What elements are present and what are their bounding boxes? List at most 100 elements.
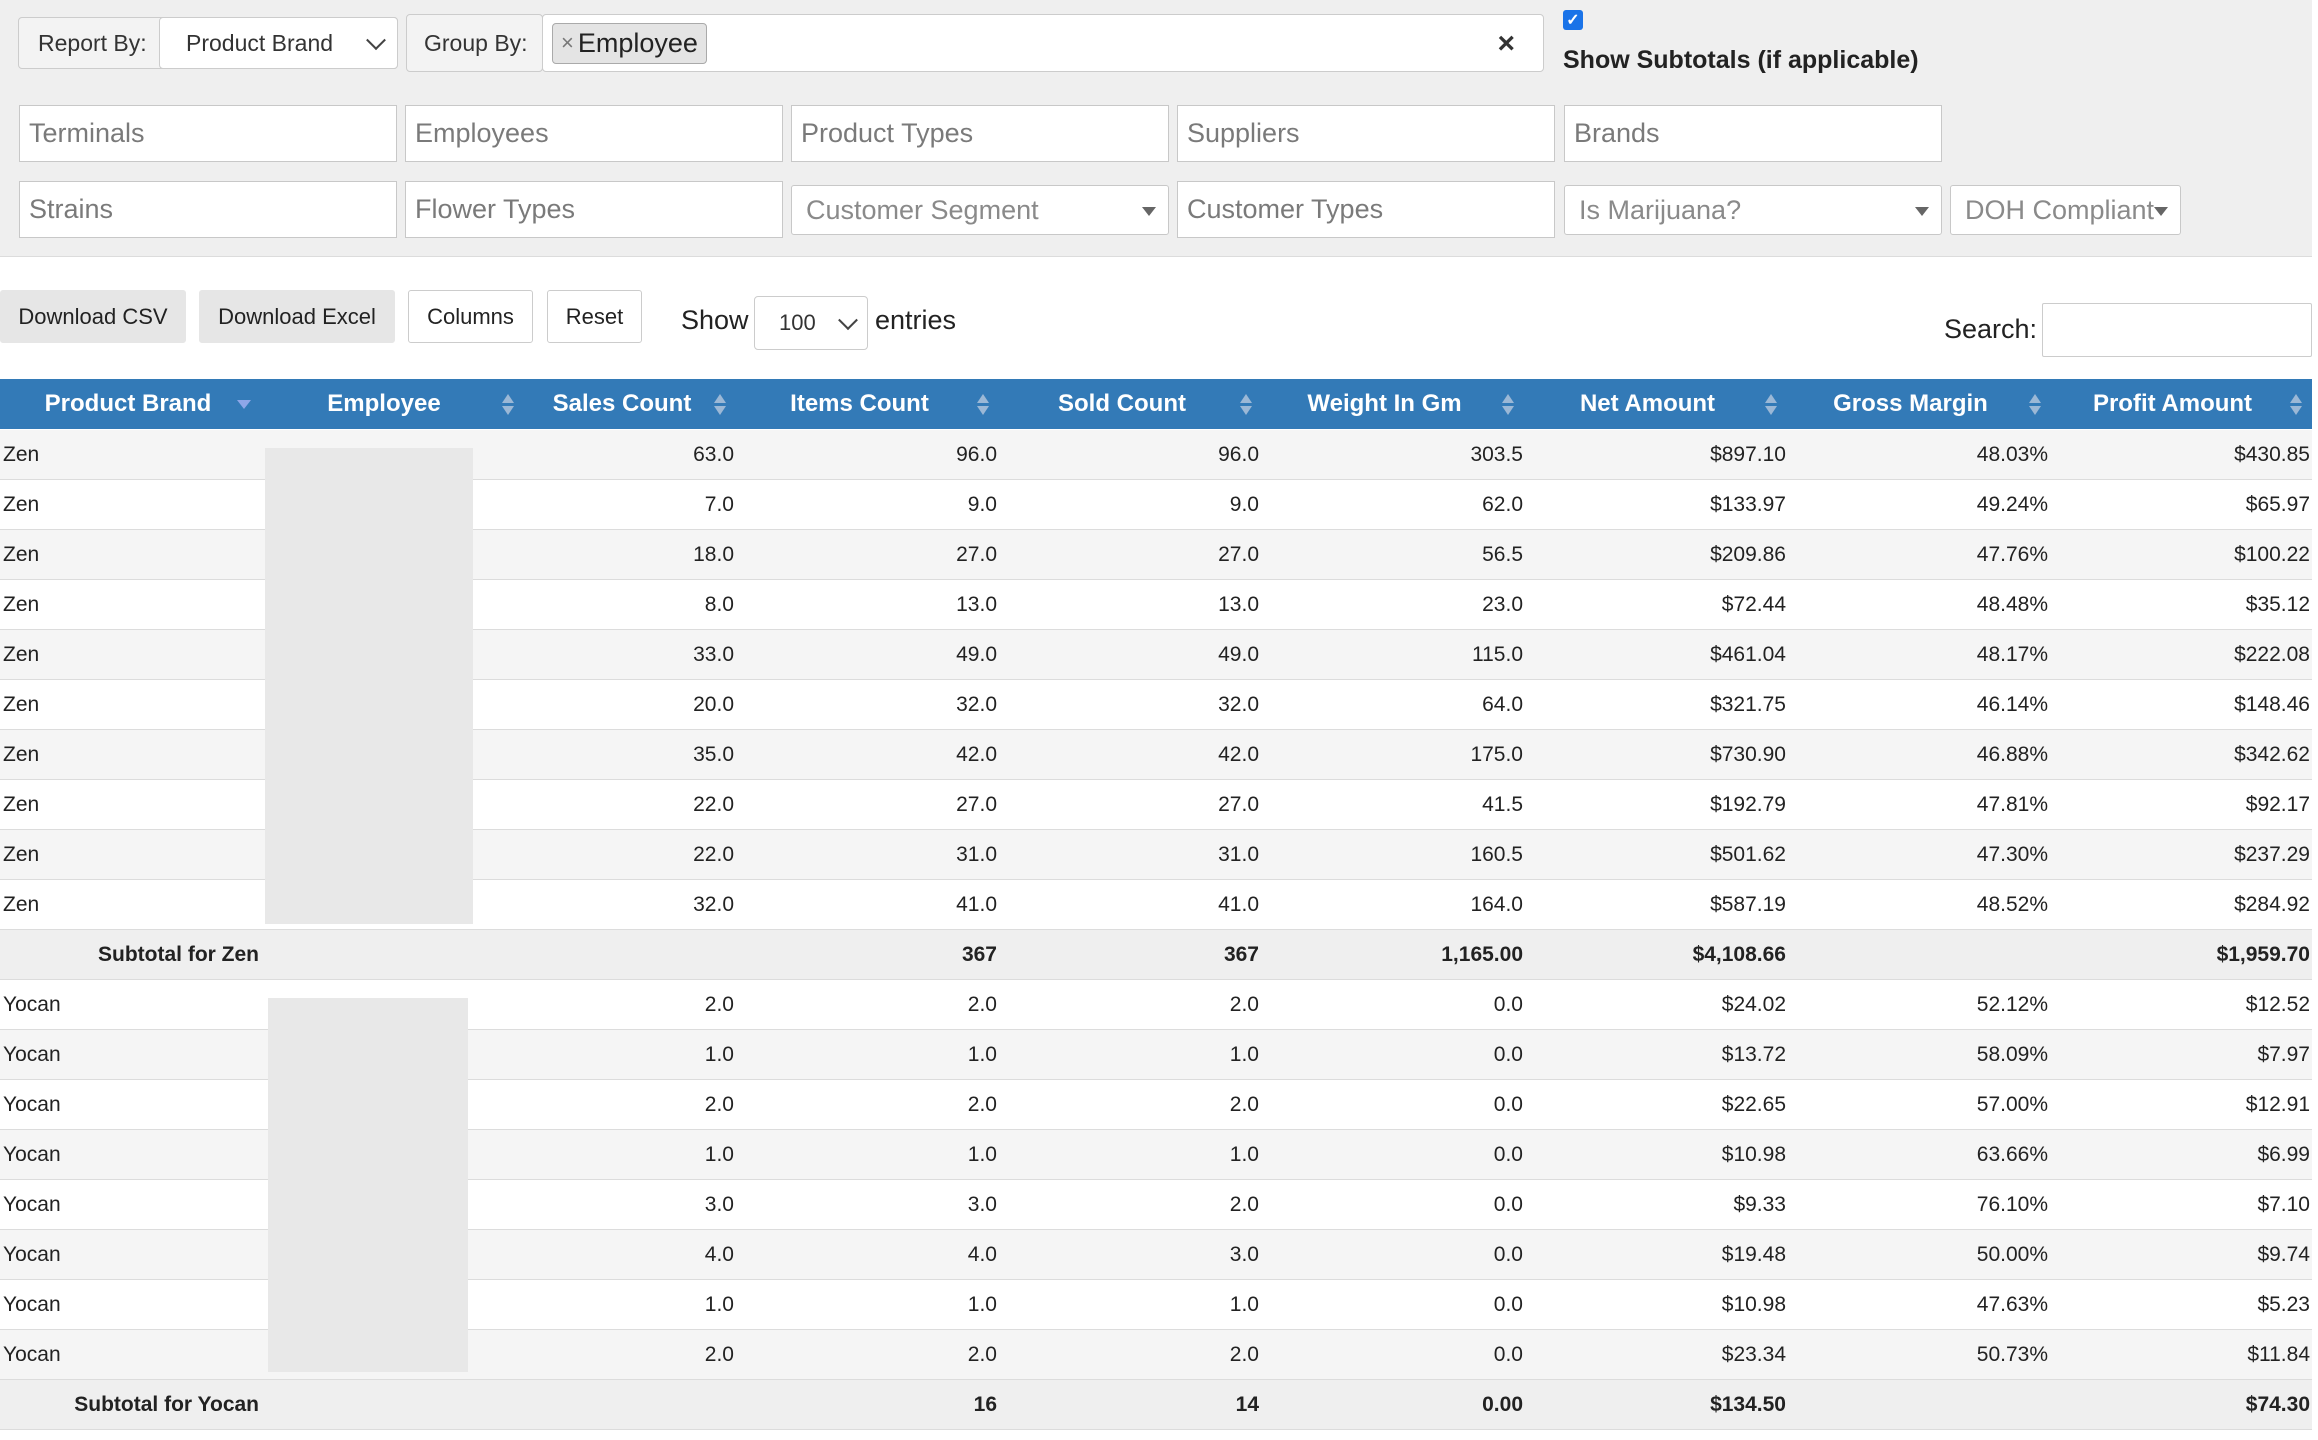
sort-icon (2029, 394, 2041, 416)
cell-sales-count: 2.0 (704, 1093, 734, 1116)
cell-sales-count: 35.0 (693, 743, 734, 766)
chevron-down-icon (366, 30, 386, 51)
search-input[interactable] (2042, 303, 2312, 357)
brands-input[interactable]: Brands (1564, 105, 1942, 162)
col-sold-count-label: Sold Count (1058, 390, 1186, 417)
sort-icon (977, 394, 989, 416)
cell-sales-count: 3.0 (704, 1193, 734, 1216)
cell-gross-margin: 63.66% (1976, 1143, 2048, 1166)
show-subtotals-checkbox[interactable]: ✓ (1563, 10, 1583, 30)
cell-sold-count: 96.0 (1218, 443, 1259, 466)
subtotal-label: Subtotal for Zen (98, 943, 259, 966)
cell-weight-in-gm: 0.0 (1493, 1343, 1523, 1366)
cell-profit-amount: $148.46 (2234, 693, 2310, 716)
group-by-tag[interactable]: × Employee (552, 22, 707, 64)
cell-gross-margin: 49.24% (1976, 493, 2048, 516)
cell-profit-amount: $9.74 (2257, 1243, 2310, 1266)
col-net-amount[interactable]: Net Amount (1520, 379, 1775, 429)
customer-types-input[interactable]: Customer Types (1177, 181, 1555, 238)
cell-items-count: 4.0 (967, 1243, 997, 1266)
cell-sold-count: 367 (1223, 943, 1259, 966)
cell-profit-amount: $7.97 (2257, 1043, 2310, 1066)
cell-gross-margin: 76.10% (1976, 1193, 2048, 1216)
cell-gross-margin: 47.30% (1976, 843, 2048, 866)
product-types-input[interactable]: Product Types (791, 105, 1169, 162)
cell-product-brand: Yocan (3, 1193, 61, 1216)
col-product-brand[interactable]: Product Brand (0, 379, 256, 429)
cell-gross-margin: 48.03% (1976, 443, 2048, 466)
cell-sales-count: 4.0 (704, 1243, 734, 1266)
cell-items-count: 31.0 (956, 843, 997, 866)
cell-gross-margin: 58.09% (1976, 1043, 2048, 1066)
col-items-count[interactable]: Items Count (732, 379, 987, 429)
cell-product-brand: Zen (3, 843, 40, 866)
customer-segment-select[interactable]: Customer Segment (791, 185, 1169, 235)
download-excel-button[interactable]: Download Excel (199, 290, 395, 343)
group-by-select[interactable]: × Employee × (542, 14, 1544, 72)
col-employee[interactable]: Employee (256, 379, 512, 429)
cell-weight-in-gm: 115.0 (1472, 643, 1523, 666)
cell-items-count: 2.0 (967, 1343, 997, 1366)
cell-net-amount: $321.75 (1710, 693, 1786, 716)
cell-items-count: 42.0 (956, 743, 997, 766)
tag-remove-icon[interactable]: × (561, 30, 574, 56)
cell-profit-amount: $5.23 (2257, 1293, 2310, 1316)
col-sold-count[interactable]: Sold Count (993, 379, 1251, 429)
col-profit-amount-label: Profit Amount (2092, 390, 2253, 417)
cell-profit-amount: $74.30 (2245, 1393, 2310, 1416)
cell-net-amount: $4,108.66 (1692, 943, 1786, 966)
entries-select[interactable]: 100 (754, 296, 868, 350)
is-marijuana-select[interactable]: Is Marijuana? (1564, 185, 1942, 235)
col-gross-margin[interactable]: Gross Margin (1782, 379, 2039, 429)
subtotal-row: Subtotal for Zen 367 367 1,165.00 $4,108.66 $… (0, 930, 2312, 980)
col-sales-count[interactable]: Sales Count (512, 379, 732, 429)
cell-items-count: 32.0 (956, 693, 997, 716)
cell-sold-count: 3.0 (1229, 1243, 1259, 1266)
cell-gross-margin: 47.76% (1976, 543, 2048, 566)
cell-product-brand: Zen (3, 543, 40, 566)
cell-sales-count: 22.0 (693, 843, 734, 866)
cell-product-brand: Yocan (3, 1043, 61, 1066)
cell-sold-count: 2.0 (1229, 1343, 1259, 1366)
cell-gross-margin: 50.00% (1976, 1243, 2048, 1266)
is-marijuana-placeholder: Is Marijuana? (1579, 194, 1742, 225)
clear-icon[interactable]: × (1497, 27, 1515, 61)
cell-product-brand: Yocan (3, 993, 61, 1016)
reset-button[interactable]: Reset (547, 290, 642, 343)
cell-weight-in-gm: 0.0 (1493, 1043, 1523, 1066)
report-by-select[interactable]: Product Brand (159, 17, 398, 69)
cell-weight-in-gm: 303.5 (1470, 443, 1523, 466)
cell-sold-count: 1.0 (1229, 1143, 1259, 1166)
sort-icon (1240, 394, 1252, 416)
cell-weight-in-gm: 0.0 (1493, 1293, 1523, 1316)
cell-sales-count: 20.0 (693, 693, 734, 716)
col-sales-count-label: Sales Count (552, 390, 692, 417)
entries-value: 100 (779, 310, 816, 335)
cell-items-count: 27.0 (956, 793, 997, 816)
cell-sales-count: 22.0 (693, 793, 734, 816)
cell-net-amount: $192.79 (1710, 793, 1786, 816)
cell-product-brand: Zen (3, 743, 40, 766)
cell-net-amount: $133.97 (1710, 493, 1786, 516)
suppliers-input[interactable]: Suppliers (1177, 105, 1555, 162)
customer-types-placeholder: Customer Types (1187, 194, 1384, 224)
cell-net-amount: $9.33 (1733, 1193, 1786, 1216)
flower-types-input[interactable]: Flower Types (405, 181, 783, 238)
cell-sales-count: 32.0 (693, 893, 734, 916)
cell-profit-amount: $12.91 (2245, 1093, 2310, 1116)
sort-icon (1502, 394, 1514, 416)
col-weight-in-gm[interactable]: Weight In Gm (1257, 379, 1512, 429)
cell-sales-count: 1.0 (704, 1293, 734, 1316)
strains-input[interactable]: Strains (19, 181, 397, 238)
cell-weight-in-gm: 1,165.00 (1441, 943, 1523, 966)
doh-compliant-select[interactable]: DOH Compliant (1950, 185, 2181, 235)
employees-input[interactable]: Employees (405, 105, 783, 162)
col-profit-amount[interactable]: Profit Amount (2045, 379, 2300, 429)
cell-product-brand: Zen (3, 443, 40, 466)
doh-compliant-placeholder: DOH Compliant (1965, 194, 2155, 225)
terminals-input[interactable]: Terminals (19, 105, 397, 162)
cell-weight-in-gm: 62.0 (1482, 493, 1523, 516)
columns-button[interactable]: Columns (408, 290, 533, 343)
download-csv-button[interactable]: Download CSV (0, 290, 186, 343)
sort-desc-icon (237, 400, 251, 409)
